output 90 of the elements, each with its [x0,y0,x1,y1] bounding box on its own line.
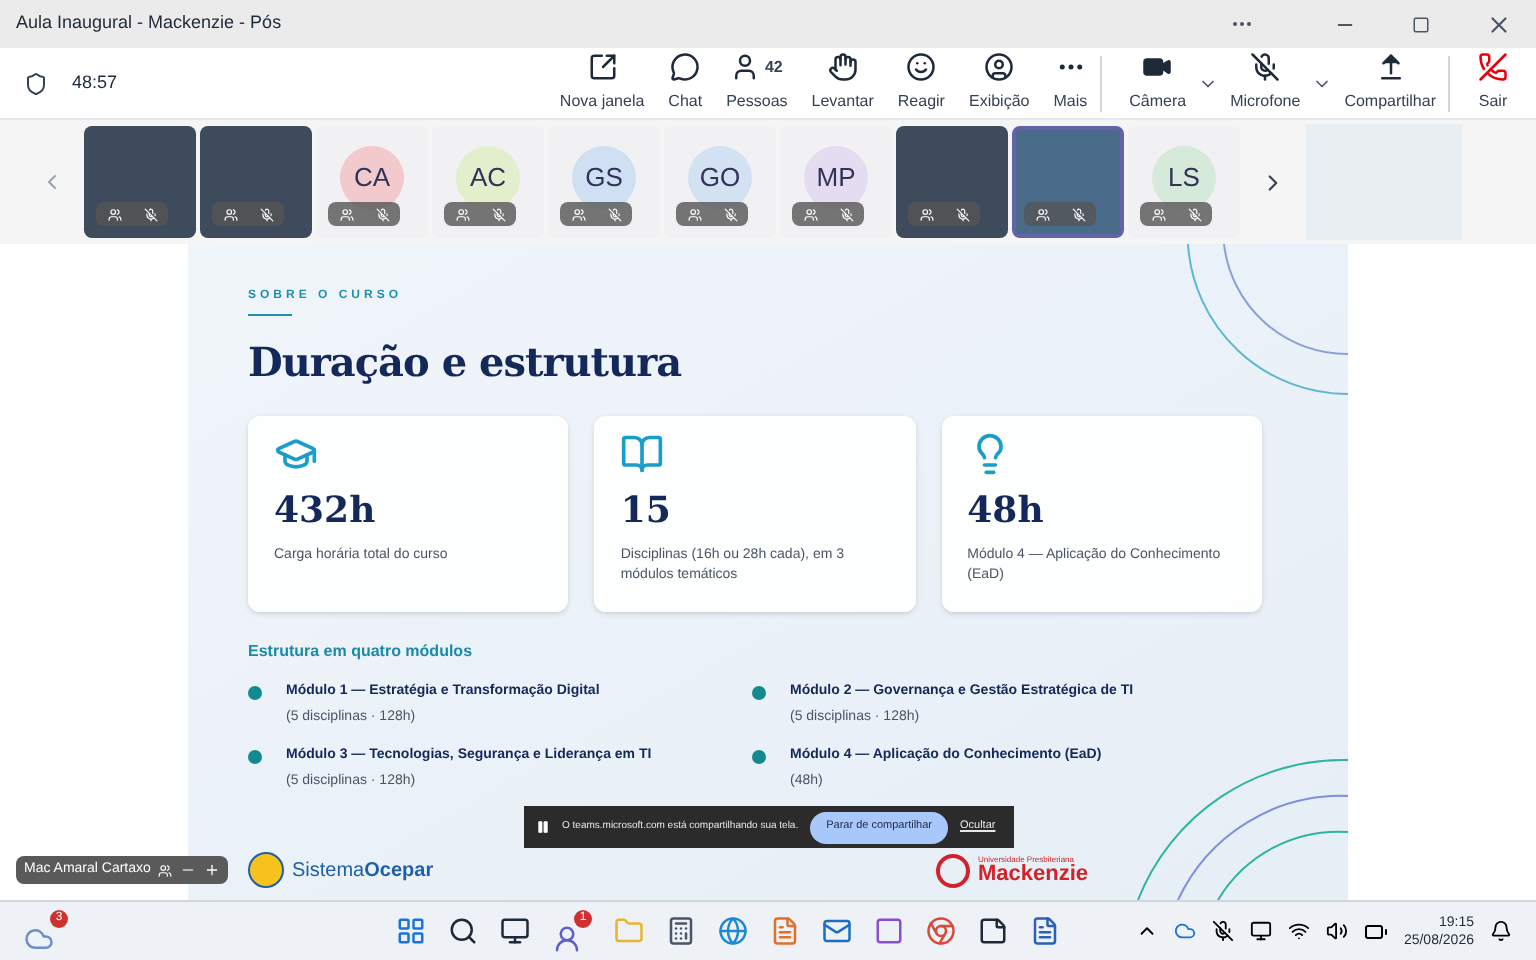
video-tile[interactable] [200,126,312,238]
people-icon [158,863,173,877]
stat-value: 48h [967,488,1046,536]
mic-off-icon [259,207,273,221]
shield-icon [24,71,48,95]
start-icon[interactable] [396,916,426,946]
mic-off-icon [491,207,505,221]
mic-off-icon [955,207,969,221]
search-icon[interactable] [448,916,478,946]
toolbar-button[interactable]: 42 Pessoas [714,49,800,117]
mic-off-icon [607,207,621,221]
mic-off-icon [1071,207,1085,221]
book-icon [620,432,665,476]
browser-icon[interactable] [718,916,748,946]
document-icon[interactable] [1030,916,1060,946]
mic-off-icon [839,207,853,221]
person-circle-icon [984,52,1015,82]
popout-icon [587,52,618,82]
close-icon[interactable] [1486,11,1512,37]
mic-off-icon [375,207,389,221]
document-icon[interactable] [770,916,800,946]
plus-icon[interactable] [204,862,221,878]
video-tile[interactable] [896,126,1008,238]
hand-icon [827,52,858,82]
pause-icon [536,820,550,834]
mic-off-icon [723,207,737,221]
participant-tile[interactable]: GO [664,126,776,238]
toolbar-button[interactable]: Nova janela [547,49,657,117]
logo-text: SistemaOcepar [292,857,434,885]
toolbar-button[interactable]: Chat [656,49,715,117]
participant-tile[interactable]: AC [432,126,544,238]
calculator-icon[interactable] [666,916,696,946]
window-title: Aula Inaugural - Mackenzie - Pós [16,10,284,37]
toolbar-button[interactable]: Sair [1466,49,1520,117]
cloud-icon[interactable] [1173,920,1196,942]
toolbar-button[interactable]: Exibição [956,49,1042,117]
toolbar-button[interactable]: Compartilhar [1332,49,1448,117]
stat-value: 15 [620,488,673,536]
people-icon [803,207,817,221]
people-icon [455,207,469,221]
person-icon [730,52,761,82]
meeting-timer: 48:57 [72,69,120,96]
modules-heading: Estrutura em quatro módulos [248,640,475,664]
app-icon[interactable] [874,916,904,946]
toolbar-button[interactable]: Mais [1041,49,1100,117]
sticky-note-icon[interactable] [978,916,1008,946]
people-icon [1035,207,1049,221]
participant-tile[interactable]: LS [1128,126,1240,238]
people-icon [223,207,237,221]
toolbar-button[interactable]: Reagir [885,49,957,117]
bell-icon[interactable] [1490,920,1512,942]
people-icon [107,207,121,221]
logo-emblem [935,853,970,887]
video-tile[interactable] [84,126,196,238]
volume-icon[interactable] [1325,920,1348,942]
people-icon [1151,207,1165,221]
camera-icon [1142,52,1173,82]
browser-icon[interactable] [926,916,956,946]
people-icon [687,207,701,221]
participant-tile[interactable]: CA [316,126,428,238]
mic-off-icon [1187,207,1201,221]
participant-tile[interactable]: GS [548,126,660,238]
mic-off-icon [143,207,157,221]
mic-off-icon [1250,52,1281,82]
chat-icon [670,52,701,82]
wifi-icon[interactable] [1287,920,1310,942]
mic-off-icon[interactable] [1211,920,1234,942]
monitor-icon[interactable] [1249,920,1272,942]
phone-icon [1478,52,1508,82]
task-view-icon[interactable] [500,916,530,946]
toolbar-button[interactable]: Microfone [1218,49,1313,117]
share-icon [1375,52,1406,82]
mail-icon[interactable] [822,916,852,946]
cloud-icon [24,923,54,953]
logo-text: Mackenzie [977,863,1088,885]
logo-emblem [248,852,284,888]
video-tile[interactable] [1012,126,1124,238]
people-icon [919,207,933,221]
people-icon [571,207,585,221]
smiley-icon [906,52,937,82]
stat-value: 432h [274,488,378,536]
slide-title: Duração e estrutura [248,336,684,390]
people-icon [339,207,353,221]
people-count: 42 [764,55,783,79]
toolbar-button[interactable]: Levantar [799,49,886,117]
toolbar-button[interactable]: Câmera [1117,49,1199,117]
person-icon [552,923,582,953]
participant-tile[interactable]: MP [780,126,892,238]
battery-icon[interactable] [1363,919,1388,943]
restore-icon[interactable] [1412,15,1430,33]
